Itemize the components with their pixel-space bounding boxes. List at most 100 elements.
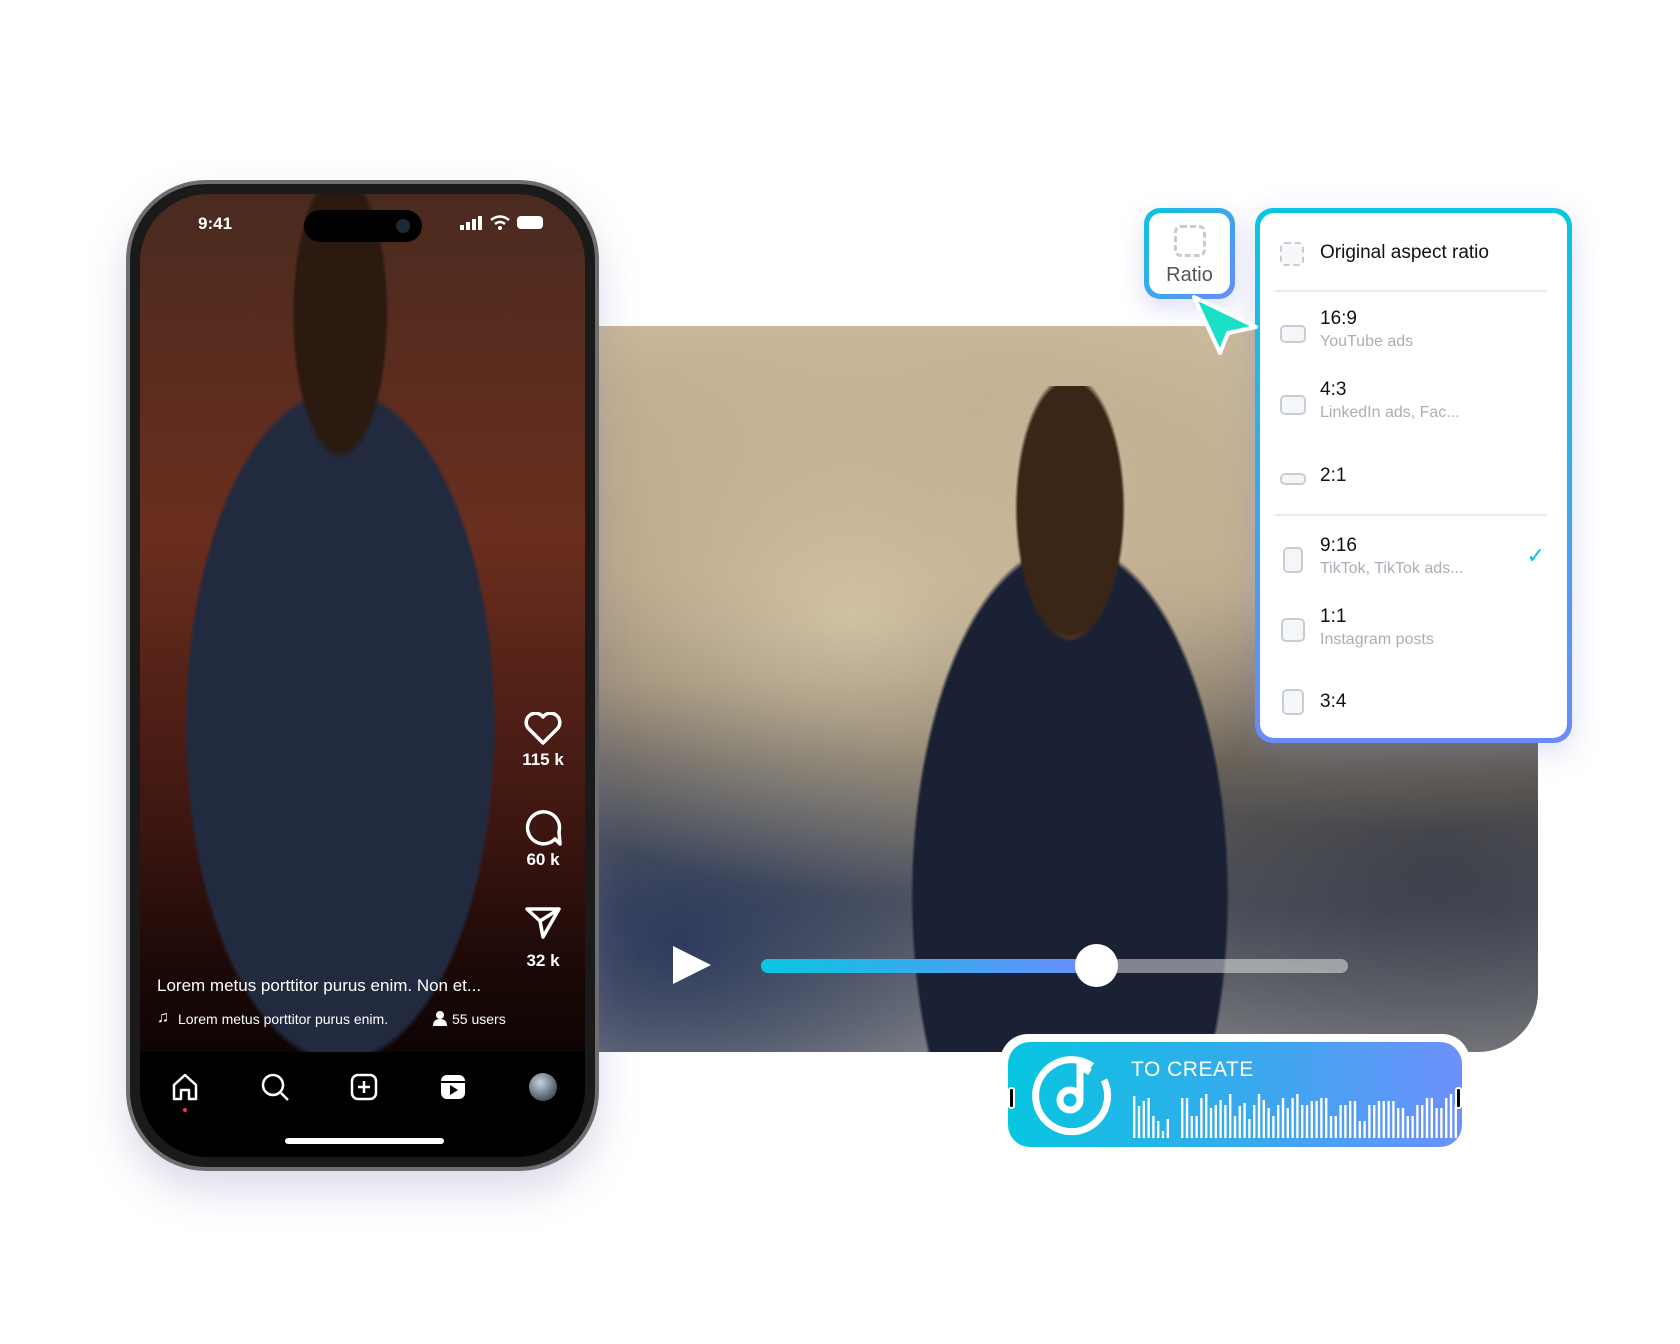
- aspect-ratio-menu: Original aspect ratio 16:9 YouTube ads 4…: [1255, 208, 1572, 743]
- waveform-bar: [1392, 1101, 1395, 1138]
- waveform-bar: [1281, 1098, 1285, 1138]
- trim-handle-left[interactable]: [1008, 1087, 1015, 1109]
- waveform-bar: [1334, 1116, 1337, 1138]
- waveform-bar: [1214, 1105, 1217, 1138]
- waveform-bar: [1301, 1105, 1304, 1138]
- share-icon[interactable]: [524, 906, 562, 940]
- music-title: TO CREATE: [1131, 1058, 1254, 1081]
- audio-waveform: [1133, 1094, 1457, 1138]
- waveform-bar: [1411, 1116, 1414, 1138]
- waveform-bar: [1421, 1105, 1424, 1138]
- waveform-bar: [1349, 1101, 1352, 1138]
- option-desc: Instagram posts: [1320, 631, 1434, 648]
- option-original[interactable]: Original aspect ratio: [1260, 213, 1567, 293]
- divider: [1275, 290, 1547, 292]
- waveform-bar: [1430, 1098, 1433, 1138]
- share-count: 32 k: [526, 951, 560, 970]
- home-icon[interactable]: [170, 1072, 200, 1102]
- waveform-bar: [1219, 1100, 1222, 1138]
- option-16-9[interactable]: 16:9 YouTube ads: [1260, 308, 1567, 374]
- waveform-bar: [1325, 1098, 1328, 1138]
- waveform-bar: [1445, 1098, 1448, 1138]
- seek-thumb[interactable]: [1074, 944, 1118, 987]
- waveform-bar: [1243, 1103, 1246, 1138]
- play-icon[interactable]: [673, 946, 711, 984]
- signal-icon: [460, 216, 482, 230]
- ratio-4-3-icon: [1280, 395, 1306, 415]
- waveform-bar: [1272, 1116, 1275, 1138]
- option-title: 2:1: [1320, 465, 1347, 486]
- waveform-bar: [1190, 1116, 1193, 1138]
- waveform-bar: [1339, 1105, 1342, 1138]
- phone-screen: 9:41 115 k 60 k 32 k Lorem metus porttit…: [140, 194, 585, 1157]
- waveform-bar: [1435, 1108, 1438, 1138]
- waveform-bar: [1310, 1101, 1313, 1138]
- dynamic-island: [304, 210, 422, 242]
- comment-icon[interactable]: [524, 808, 564, 848]
- option-9-16[interactable]: 9:16 TikTok, TikTok ads... ✓: [1260, 535, 1567, 601]
- music-track[interactable]: Lorem metus porttitor purus enim.: [178, 1011, 388, 1027]
- waveform-bar: [1454, 1105, 1457, 1138]
- waveform-bar: [1262, 1100, 1265, 1138]
- waveform-bar: [1229, 1094, 1232, 1138]
- trim-handle-right[interactable]: [1455, 1087, 1462, 1109]
- video-subject: [840, 386, 1300, 1052]
- phone-mockup: 9:41 115 k 60 k 32 k Lorem metus porttit…: [126, 180, 599, 1171]
- waveform-bar: [1267, 1108, 1270, 1138]
- option-title: 9:16: [1320, 535, 1357, 556]
- waveform-bar: [1291, 1098, 1294, 1138]
- waveform-bar: [1253, 1105, 1256, 1138]
- ratio-button[interactable]: Ratio: [1144, 208, 1235, 299]
- waveform-bar: [1137, 1106, 1141, 1138]
- waveform-bar: [1363, 1121, 1366, 1138]
- ratio-16-9-icon: [1280, 325, 1306, 343]
- option-2-1[interactable]: 2:1: [1260, 463, 1567, 513]
- waveform-bar: [1387, 1101, 1390, 1138]
- waveform-bar: [1142, 1101, 1145, 1138]
- waveform-bar: [1224, 1105, 1227, 1138]
- waveform-bar: [1315, 1101, 1318, 1138]
- waveform-bar: [1248, 1119, 1251, 1138]
- ratio-3-4-icon: [1282, 689, 1304, 715]
- pointer-cursor-icon: [1192, 295, 1258, 355]
- divider: [1275, 514, 1547, 516]
- option-title: Original aspect ratio: [1320, 242, 1489, 263]
- waveform-bar: [1353, 1101, 1357, 1138]
- waveform-bar: [1377, 1101, 1381, 1138]
- search-icon[interactable]: [260, 1072, 290, 1102]
- waveform-bar: [1416, 1105, 1419, 1138]
- reel-photo: [140, 194, 585, 1052]
- home-indicator[interactable]: [285, 1138, 444, 1144]
- waveform-bar: [1368, 1105, 1371, 1138]
- option-desc: LinkedIn ads, Fac...: [1320, 404, 1460, 421]
- music-icon: ♫: [157, 1009, 169, 1026]
- waveform-bar: [1401, 1108, 1405, 1138]
- waveform-bar: [1209, 1108, 1213, 1138]
- waveform-bar: [1181, 1098, 1184, 1138]
- waveform-bar: [1358, 1121, 1361, 1138]
- ratio-9-16-icon: [1283, 547, 1303, 573]
- profile-avatar[interactable]: [529, 1073, 557, 1101]
- waveform-bar: [1133, 1096, 1136, 1138]
- waveform-bar: [1397, 1108, 1400, 1138]
- waveform-bar: [1406, 1116, 1409, 1138]
- waveform-bar: [1185, 1098, 1189, 1138]
- option-4-3[interactable]: 4:3 LinkedIn ads, Fac...: [1260, 379, 1567, 445]
- reels-icon[interactable]: [438, 1072, 468, 1102]
- music-track-card[interactable]: TO CREATE: [1000, 1034, 1470, 1155]
- add-icon[interactable]: [349, 1072, 379, 1102]
- waveform-bar: [1161, 1131, 1165, 1138]
- ratio-1-1-icon: [1281, 618, 1305, 642]
- seek-slider[interactable]: [761, 944, 1348, 987]
- waveform-bar: [1373, 1105, 1376, 1138]
- post-caption[interactable]: Lorem metus porttitor purus enim. Non et…: [157, 976, 481, 996]
- option-1-1[interactable]: 1:1 Instagram posts: [1260, 606, 1567, 672]
- battery-icon: [517, 216, 543, 229]
- original-ratio-icon: [1280, 242, 1304, 266]
- option-3-4[interactable]: 3:4: [1260, 687, 1567, 737]
- option-desc: TikTok, TikTok ads...: [1320, 560, 1464, 577]
- waveform-bar: [1425, 1098, 1429, 1138]
- waveform-bar: [1344, 1105, 1347, 1138]
- status-time: 9:41: [198, 214, 233, 233]
- heart-icon[interactable]: [524, 712, 562, 746]
